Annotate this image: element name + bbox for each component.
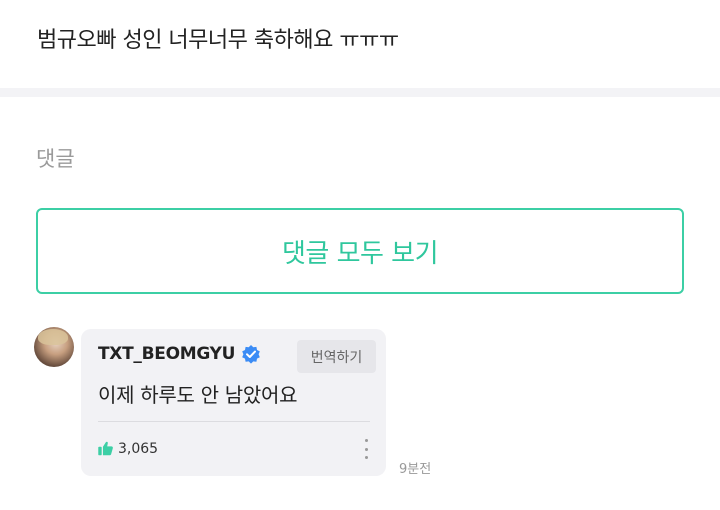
comment-bubble: TXT_BEOMGYU 번역하기 이제 하루도 안 남았어요 3,065 bbox=[81, 329, 386, 476]
comment-author[interactable]: TXT_BEOMGYU bbox=[98, 344, 261, 364]
avatar[interactable] bbox=[34, 327, 74, 367]
translate-button[interactable]: 번역하기 bbox=[297, 340, 376, 373]
comment-author-name: TXT_BEOMGYU bbox=[98, 344, 236, 364]
comment-text: 이제 하루도 안 남았어요 bbox=[98, 383, 298, 407]
section-divider bbox=[0, 88, 720, 97]
comment-divider bbox=[98, 421, 370, 422]
more-vertical-icon[interactable] bbox=[360, 439, 372, 459]
verified-badge-icon bbox=[241, 344, 261, 364]
thumbs-up-icon bbox=[98, 441, 113, 456]
comments-section-label: 댓글 bbox=[36, 147, 75, 171]
post-text: 범규오빠 성인 너무너무 축하해요 ㅠㅠㅠ bbox=[37, 28, 399, 53]
like-count: 3,065 bbox=[118, 440, 159, 457]
avatar-hair bbox=[38, 329, 68, 345]
comment-timestamp: 9분전 bbox=[399, 462, 432, 477]
view-all-comments-button[interactable]: 댓글 모두 보기 bbox=[36, 208, 684, 294]
like-button[interactable]: 3,065 bbox=[97, 440, 158, 457]
